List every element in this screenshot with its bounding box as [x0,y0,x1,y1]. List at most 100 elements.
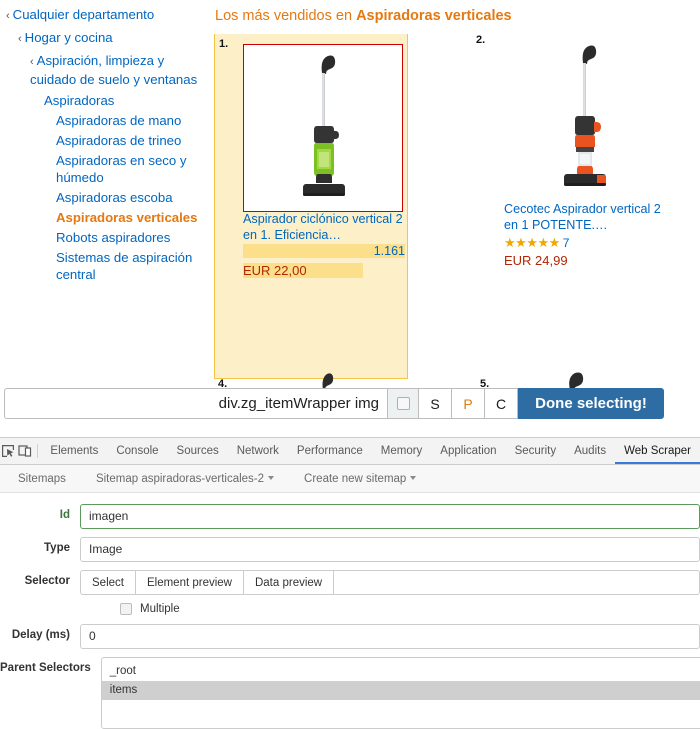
data-preview-button[interactable]: Data preview [242,570,334,595]
category-nav-label: Cualquier departamento [12,7,155,22]
category-nav: ‹ Cualquier departamento ‹ Hogar y cocina ‹ A… [0,6,212,286]
done-selecting-button[interactable]: Done selecting! [518,388,664,419]
chevron-left-icon: ‹ [18,33,22,45]
devtools-tab-bar: Elements Console Sources Network Performance… [0,438,700,465]
devtools-tab-application[interactable]: Application [431,438,505,464]
devtools-tab-network[interactable]: Network [228,438,288,464]
form-row-delay: Delay (ms) 0 [0,624,700,649]
category-nav-item[interactable]: Aspiradoras de mano [0,112,212,129]
category-nav-item[interactable]: Robots aspiradores [0,229,212,246]
product-price: EUR 24,99 [504,253,568,268]
product-rating: 1.161 [243,244,407,260]
category-nav-item[interactable]: Aspiradoras verticales [0,209,212,226]
form-row-multiple[interactable]: Multiple [120,603,700,615]
product-price: EUR 22,00 [243,263,363,278]
category-nav-item[interactable]: Aspiradoras en seco y húmedo [0,152,212,186]
form-row-id: Id imagen [0,504,700,529]
rating-stars-icon: ★★★★★ [504,235,560,250]
product-review-count[interactable]: 7 [563,236,570,250]
devtools-tab-web-scraper[interactable]: Web Scraper [615,438,700,464]
category-nav-label: Aspiradoras [44,93,115,108]
selector-control-group: Select Element preview Data preview [80,570,700,595]
type-select[interactable]: Image [80,537,700,562]
selector-input[interactable] [333,570,700,595]
element-preview-button[interactable]: Element preview [134,570,243,595]
category-nav-item[interactable]: Sistemas de aspiración central [0,249,212,283]
chevron-down-icon [268,476,275,481]
checkbox-icon [396,397,410,410]
select-all-toggle[interactable] [387,388,419,419]
inspect-element-icon[interactable] [0,438,16,464]
vacuum-illustration [303,55,345,196]
selector-button-p[interactable]: P [452,388,485,419]
devtools-tab-security[interactable]: Security [506,438,566,464]
web-scraper-menu: Sitemaps Sitemap aspiradoras-verticales-2… [0,465,700,493]
chevron-left-icon: ‹ [6,10,10,22]
delay-input[interactable]: 0 [80,624,700,649]
delay-label: Delay (ms) [11,629,70,641]
parent-selector-option[interactable]: _root [102,662,700,681]
devtools-tab-sources[interactable]: Sources [168,438,228,464]
parent-selectors-listbox[interactable]: _root items [100,657,700,729]
web-page-content: ‹ Cualquier departamento ‹ Hogar y cocina ‹ A… [0,0,700,437]
vacuum-illustration [564,45,606,186]
category-nav-label: Aspiración, limpieza y cuidado de suelo … [30,53,198,87]
product-title[interactable]: Cecotec Aspirador vertical 2 en 1 POTENT… [504,202,666,233]
devtools-tab-performance[interactable]: Performance [288,438,372,464]
parent-selector-option[interactable]: items [101,681,700,700]
product-card[interactable]: 2. Cecotec Aspirador vertical 2 en 1 POT… [476,34,666,268]
category-nav-label: Robots aspiradores [56,230,171,245]
screenshot-root: ‹ Cualquier departamento ‹ Hogar y cocina ‹ A… [0,0,700,729]
chevron-down-icon [410,476,417,481]
devtools-panel: Elements Console Sources Network Performance… [0,437,700,729]
toolbar-divider [36,444,38,458]
product-title[interactable]: Aspirador ciclónico vertical 2 en 1. Efi… [243,212,405,243]
category-nav-item[interactable]: Aspiradoras [0,92,212,109]
product-review-count[interactable]: 1.161 [243,244,405,258]
selector-button-s[interactable]: S [419,388,452,419]
category-nav-label: Hogar y cocina [24,30,113,45]
web-scraper-menu-label: Sitemap aspiradoras-verticales-2 [95,472,265,485]
device-toolbar-icon[interactable] [16,438,32,464]
id-label: Id [59,509,70,521]
web-scraper-menu-item[interactable]: Sitemap aspiradoras-verticales-2 [95,472,275,485]
category-nav-label: Aspiradoras escoba [56,190,173,205]
select-button[interactable]: Select [80,570,135,595]
parent-selectors-label: Parent Selectors [0,662,91,674]
product-image[interactable] [243,44,403,212]
multiple-checkbox[interactable] [120,603,132,615]
category-nav-item[interactable]: ‹ Aspiración, limpieza y cuidado de suelo… [0,52,212,88]
form-row-type: Type Image [0,537,700,562]
devtools-tabs: Elements Console Sources Network Performance… [41,438,700,464]
form-row-parent-selectors: Parent Selectors _root items [0,657,700,729]
selector-label: Selector [24,575,70,587]
web-scraper-menu-item[interactable]: Create new sitemap [304,473,417,485]
web-scraper-menu-item[interactable]: Sitemaps [18,473,66,485]
devtools-tab-console[interactable]: Console [107,438,167,464]
category-nav-label: Aspiradoras verticales [56,210,198,225]
id-input[interactable]: imagen [80,504,700,529]
chevron-left-icon: ‹ [30,56,34,68]
devtools-tab-audits[interactable]: Audits [565,438,615,464]
devtools-tab-memory[interactable]: Memory [372,438,432,464]
selector-edit-form: Id imagen Type Image Selector Select Ele… [0,493,700,729]
product-grid: 1. Aspirador ciclónico vertical 2 en 1. … [214,34,700,434]
selector-button-c[interactable]: C [485,388,518,419]
category-nav-item[interactable]: Aspiradoras escoba [0,189,212,206]
type-label: Type [44,542,70,554]
css-selector-input[interactable]: div.zg_itemWrapper img [4,388,387,419]
product-rank: 1. [219,38,229,50]
web-scraper-selector-bar: div.zg_itemWrapper img S P C Done select… [4,388,664,419]
category-nav-label: Aspiradoras de mano [56,113,182,128]
category-nav-item[interactable]: ‹ Hogar y cocina [0,29,212,48]
product-image[interactable] [504,34,664,202]
category-nav-item[interactable]: Aspiradoras de trineo [0,132,212,149]
multiple-label: Multiple [140,603,180,615]
category-nav-item[interactable]: ‹ Cualquier departamento [0,6,212,25]
devtools-tab-elements[interactable]: Elements [41,438,107,464]
product-card[interactable]: 1. Aspirador ciclónico vertical 2 en 1. … [214,34,408,379]
vacuum-illustration [569,372,584,390]
category-nav-label: Aspiradoras de trineo [56,133,182,148]
bestsellers-heading: Los más vendidos en Aspiradoras vertical… [215,8,512,24]
product-rating[interactable]: ★★★★★ 7 [504,234,666,250]
